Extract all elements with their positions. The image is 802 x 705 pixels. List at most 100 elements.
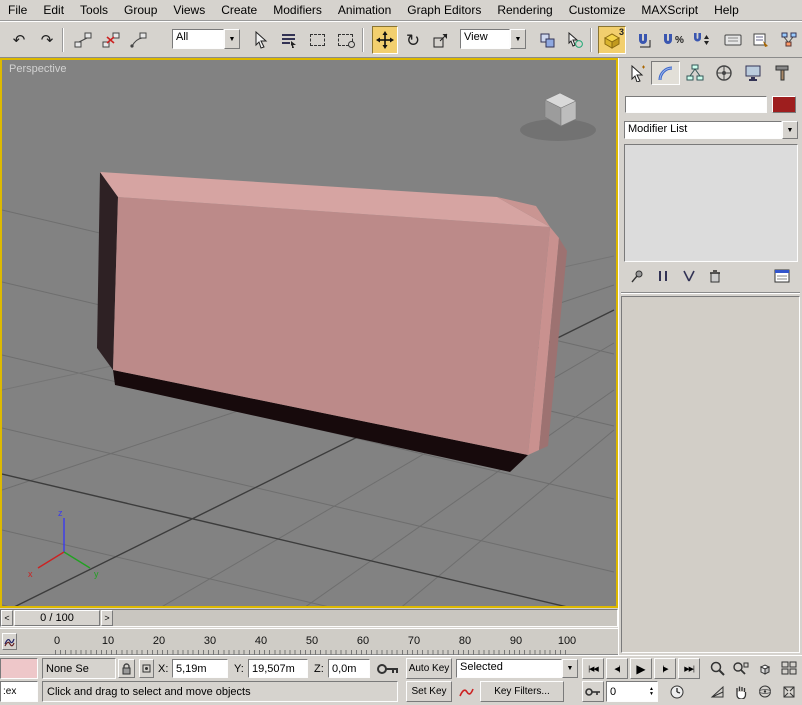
undo-button[interactable]: ↶ bbox=[6, 26, 32, 54]
zoom-all-button[interactable] bbox=[730, 658, 752, 679]
time-slider-next-button[interactable]: > bbox=[101, 610, 113, 626]
chevron-down-icon: ▼ bbox=[567, 665, 574, 672]
redo-button[interactable]: ↷ bbox=[34, 26, 60, 54]
set-keys-button[interactable] bbox=[374, 658, 402, 679]
window-crossing-button[interactable] bbox=[332, 26, 358, 54]
goto-end-button[interactable]: ▶▶| bbox=[678, 658, 700, 679]
select-and-move-button[interactable] bbox=[372, 26, 398, 54]
zoom-extents-button[interactable] bbox=[754, 658, 776, 679]
mini-listener-pane[interactable]: :ex bbox=[0, 681, 38, 702]
maximize-viewport-button[interactable] bbox=[778, 681, 800, 702]
snaps-toggle-button[interactable]: 3 bbox=[598, 26, 626, 54]
absolute-offset-toggle-button[interactable] bbox=[139, 659, 154, 678]
select-and-rotate-button[interactable]: ↻ bbox=[400, 26, 426, 54]
rectangular-selection-region-button[interactable] bbox=[304, 26, 330, 54]
viewcube[interactable] bbox=[520, 93, 596, 141]
key-mode-toggle-button[interactable] bbox=[582, 681, 604, 702]
x-coord-field[interactable]: 5,19m bbox=[172, 659, 228, 678]
menu-item-help[interactable]: Help bbox=[706, 0, 747, 21]
select-and-manipulate-button[interactable] bbox=[562, 26, 588, 54]
tab-utilities[interactable] bbox=[767, 61, 796, 85]
viewport-canvas[interactable]: z x y bbox=[2, 60, 616, 606]
spinner-snap-button[interactable] bbox=[688, 26, 714, 54]
tab-display[interactable] bbox=[738, 61, 767, 85]
selection-filter-dropdown-icon[interactable]: ▼ bbox=[224, 29, 240, 49]
tab-motion[interactable] bbox=[709, 61, 738, 85]
reference-coordsys-dropdown-icon[interactable]: ▼ bbox=[510, 29, 526, 49]
y-coord-field[interactable]: 19,507m bbox=[248, 659, 308, 678]
tab-hierarchy[interactable] bbox=[680, 61, 709, 85]
menu-item-views[interactable]: Views bbox=[165, 0, 213, 21]
frame-spinner[interactable]: ▲ ▼ bbox=[649, 687, 654, 697]
menu-item-group[interactable]: Group bbox=[116, 0, 165, 21]
object-name-field[interactable] bbox=[625, 96, 767, 113]
menu-item-animation[interactable]: Animation bbox=[330, 0, 399, 21]
new-key-filter-curve-button[interactable] bbox=[456, 681, 476, 702]
perspective-viewport[interactable]: z x y Perspective bbox=[0, 58, 618, 608]
selection-filter-combo[interactable]: All ▼ bbox=[172, 29, 240, 49]
object-color-swatch[interactable] bbox=[772, 96, 796, 113]
edit-named-selections-button[interactable] bbox=[748, 26, 774, 54]
modifier-list-value: Modifier List bbox=[624, 121, 782, 139]
time-slider-handle[interactable]: 0 / 100 bbox=[14, 610, 100, 626]
menu-item-rendering[interactable]: Rendering bbox=[489, 0, 560, 21]
track-bar[interactable]: 0102030405060708090100 bbox=[0, 628, 618, 655]
tab-modify[interactable] bbox=[651, 61, 680, 85]
menu-item-file[interactable]: File bbox=[0, 0, 35, 21]
show-end-result-button[interactable] bbox=[652, 266, 674, 286]
z-coord-field[interactable]: 0,0m bbox=[328, 659, 370, 678]
pin-stack-button[interactable] bbox=[626, 266, 648, 286]
zoom-extents-all-button[interactable] bbox=[778, 658, 800, 679]
modifier-list-combo[interactable]: Modifier List ▼ bbox=[624, 121, 798, 139]
menu-item-modifiers[interactable]: Modifiers bbox=[265, 0, 330, 21]
time-slider-prev-button[interactable]: < bbox=[1, 610, 13, 626]
animate-mode-combo[interactable]: Selected ▼ bbox=[456, 659, 578, 678]
angle-snap-button[interactable] bbox=[632, 26, 658, 54]
key-filters-button[interactable]: Key Filters... bbox=[480, 681, 564, 702]
next-frame-button[interactable]: |▶ bbox=[654, 658, 676, 679]
pan-view-button[interactable] bbox=[730, 681, 752, 702]
pan-hand-icon bbox=[734, 684, 748, 699]
animate-mode-dropdown-icon[interactable]: ▼ bbox=[562, 659, 578, 678]
select-and-scale-button[interactable] bbox=[428, 26, 454, 54]
bind-to-spacewarp-button[interactable] bbox=[126, 26, 152, 54]
modifier-stack-list[interactable] bbox=[624, 144, 798, 262]
keyboard-override-button[interactable] bbox=[720, 26, 746, 54]
remove-modifier-button[interactable] bbox=[704, 266, 726, 286]
select-by-name-button[interactable] bbox=[276, 26, 302, 54]
menu-item-maxscript[interactable]: MAXScript bbox=[633, 0, 706, 21]
field-of-view-icon bbox=[710, 685, 725, 699]
zoom-button[interactable] bbox=[706, 658, 728, 679]
selection-lock-button[interactable] bbox=[118, 659, 135, 678]
chamferbox-object[interactable] bbox=[97, 172, 567, 472]
unlink-selection-button[interactable] bbox=[98, 26, 124, 54]
auto-key-button[interactable]: Auto Key bbox=[406, 658, 452, 679]
menu-item-create[interactable]: Create bbox=[213, 0, 265, 21]
rollout-area[interactable] bbox=[621, 296, 800, 653]
field-of-view-button[interactable] bbox=[706, 681, 728, 702]
configure-modifier-sets-button[interactable] bbox=[770, 266, 794, 286]
current-frame-field[interactable]: 0 ▲ ▼ bbox=[606, 681, 658, 702]
modifier-list-dropdown-icon[interactable]: ▼ bbox=[782, 121, 798, 139]
make-unique-button[interactable] bbox=[678, 266, 700, 286]
tab-create[interactable] bbox=[622, 61, 651, 85]
menu-item-tools[interactable]: Tools bbox=[72, 0, 116, 21]
spinner-down-icon[interactable]: ▼ bbox=[649, 692, 654, 697]
arc-rotate-button[interactable] bbox=[754, 681, 776, 702]
select-object-button[interactable] bbox=[248, 26, 274, 54]
use-center-button[interactable] bbox=[534, 26, 560, 54]
select-and-link-button[interactable] bbox=[70, 26, 96, 54]
macro-recorder-pane[interactable] bbox=[0, 658, 38, 679]
set-key-button[interactable]: Set Key bbox=[406, 681, 452, 702]
schematic-view-button[interactable] bbox=[776, 26, 802, 54]
percent-snap-button[interactable]: % bbox=[660, 26, 686, 54]
menu-item-customize[interactable]: Customize bbox=[561, 0, 634, 21]
time-configuration-button[interactable] bbox=[666, 681, 688, 702]
play-animation-button[interactable]: ▶ bbox=[630, 658, 652, 679]
goto-start-button[interactable]: |◀◀ bbox=[582, 658, 604, 679]
viewport-label[interactable]: Perspective bbox=[9, 63, 66, 75]
menu-item-edit[interactable]: Edit bbox=[35, 0, 72, 21]
previous-frame-button[interactable]: ◀| bbox=[606, 658, 628, 679]
menu-item-graph-editors[interactable]: Graph Editors bbox=[399, 0, 489, 21]
reference-coordsys-combo[interactable]: View ▼ bbox=[460, 29, 526, 49]
